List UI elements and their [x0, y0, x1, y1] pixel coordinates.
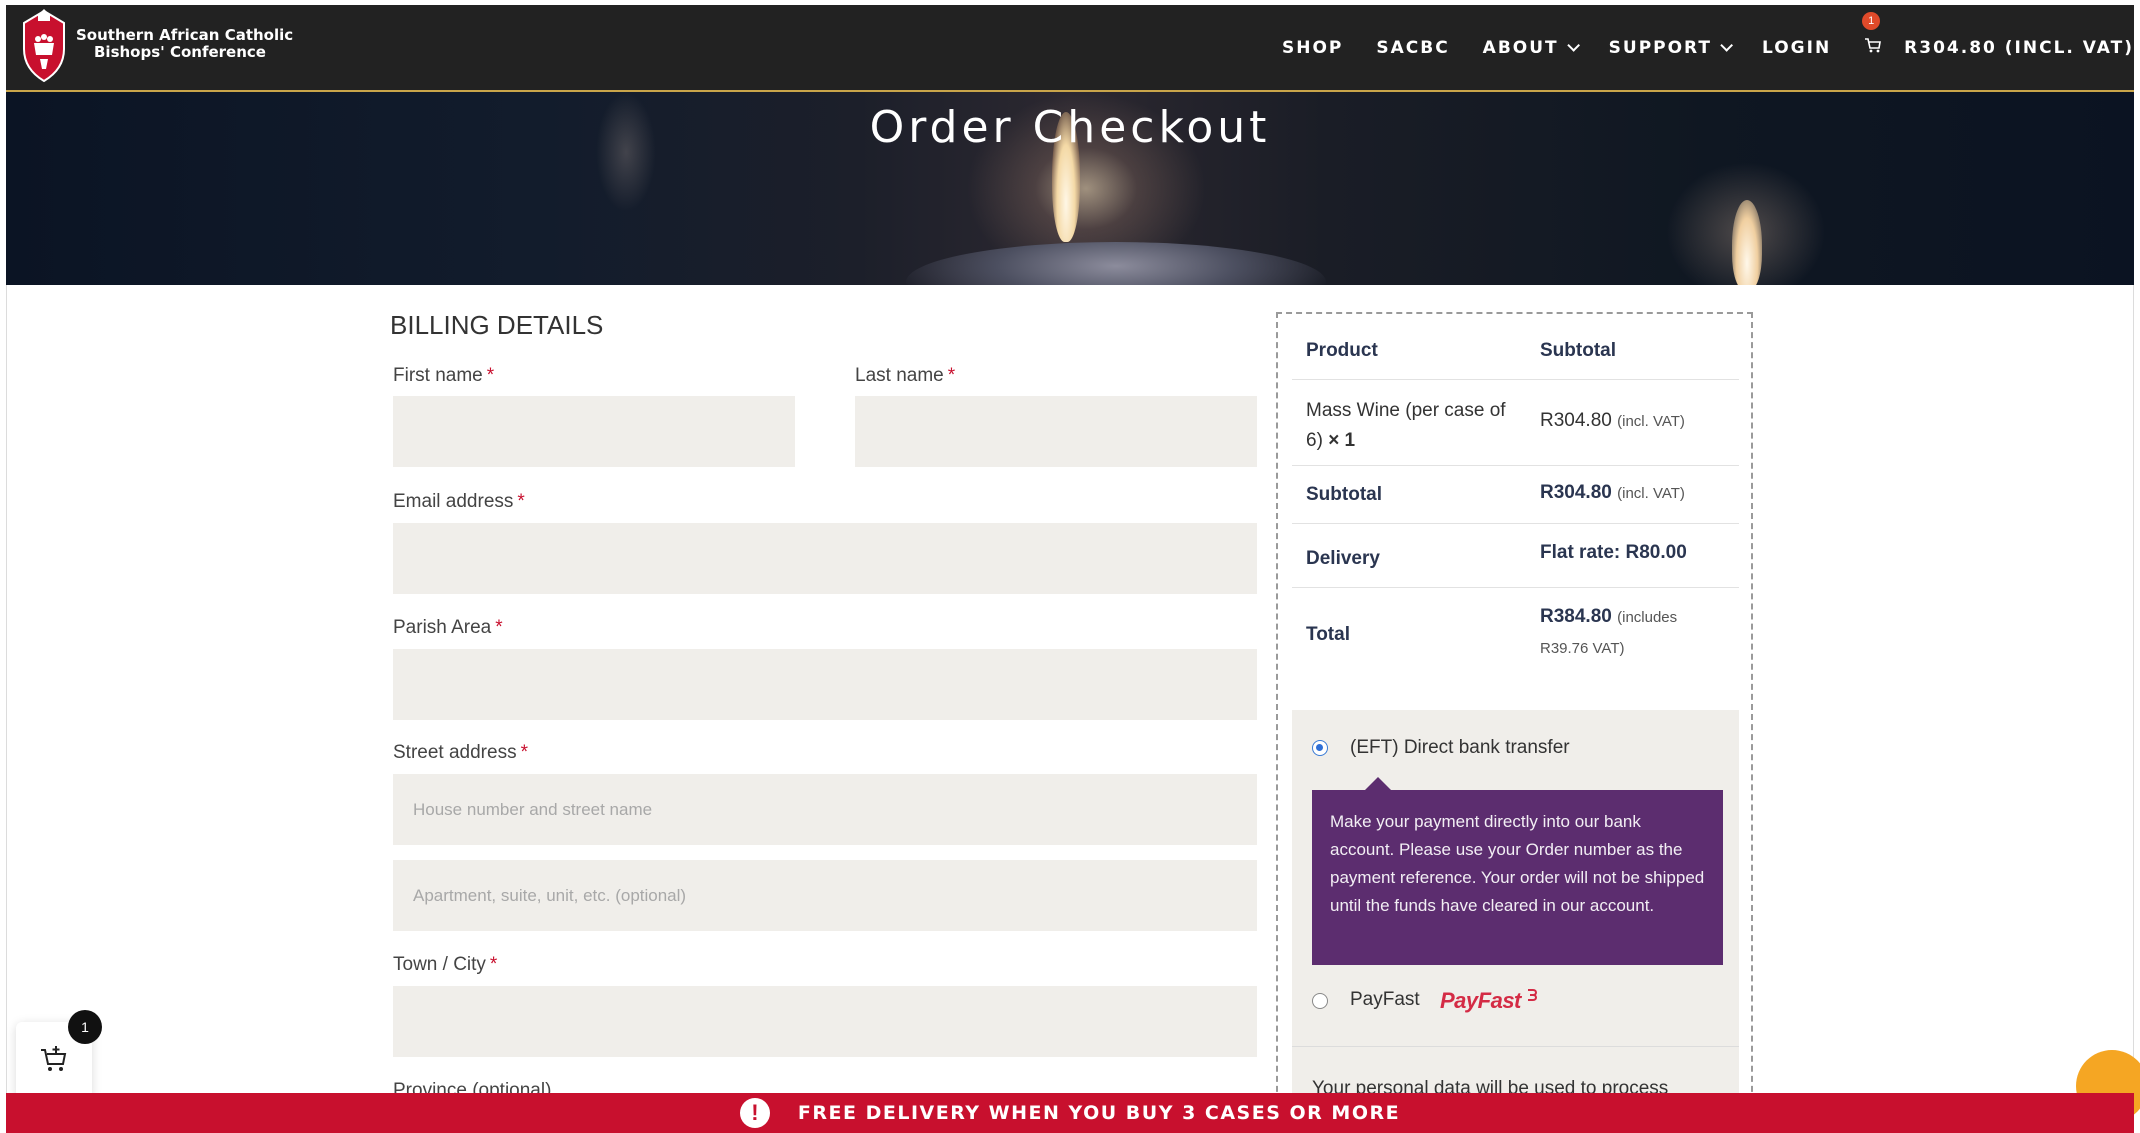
- payment-methods: (EFT) Direct bank transfer Make your pay…: [1292, 710, 1739, 1130]
- floating-cart-count: 1: [68, 1010, 102, 1044]
- alert-icon: !: [739, 1098, 770, 1128]
- payfast-radio[interactable]: [1312, 993, 1328, 1009]
- street-address-field[interactable]: [393, 774, 1257, 845]
- item-price: R304.80: [1540, 410, 1612, 431]
- billing-heading: BILLING DETAILS: [390, 310, 604, 340]
- street-address-label-text: Street address: [393, 742, 517, 763]
- last-name-field[interactable]: [855, 396, 1257, 467]
- required-mark: *: [486, 365, 495, 386]
- item-qty: × 1: [1328, 430, 1356, 451]
- subtotal-row: Subtotal R304.80 (incl. VAT): [1292, 466, 1739, 524]
- email-label-text: Email address: [393, 491, 514, 512]
- order-review: Product Subtotal Mass Wine (per case of …: [1276, 312, 1753, 1130]
- nav-support-label: SUPPORT: [1608, 37, 1712, 58]
- first-name-label-text: First name: [393, 365, 483, 386]
- payfast-logo: PayFast: [1440, 988, 1539, 1014]
- order-item-price: R304.80 (incl. VAT): [1540, 410, 1685, 432]
- subtotal-note: (incl. VAT): [1617, 485, 1685, 502]
- eft-radio[interactable]: [1312, 740, 1328, 756]
- email-field[interactable]: [393, 523, 1257, 594]
- col-subtotal-header: Subtotal: [1540, 340, 1616, 361]
- cart-total[interactable]: R304.80 (INCL. VAT): [1904, 38, 2134, 58]
- order-table-header: Product Subtotal: [1292, 314, 1739, 380]
- required-mark: *: [517, 491, 525, 512]
- first-name-field[interactable]: [393, 396, 795, 467]
- town-city-field[interactable]: [393, 986, 1257, 1057]
- eft-label[interactable]: (EFT) Direct bank transfer: [1350, 737, 1570, 759]
- main-nav: SHOP SACBC ABOUT SUPPORT LOGIN 1 R304.80…: [1249, 5, 2134, 90]
- subtotal-value: R304.80: [1540, 482, 1612, 503]
- total-note-b: R39.76 VAT): [1540, 640, 1625, 657]
- item-price-note: (incl. VAT): [1617, 413, 1685, 430]
- eft-description-arrow: [1364, 777, 1392, 791]
- divider: [1292, 1046, 1739, 1047]
- required-mark: *: [495, 617, 503, 638]
- order-item-row: Mass Wine (per case of 6) × 1 R304.80 (i…: [1292, 380, 1739, 466]
- total-label: Total: [1306, 624, 1350, 645]
- total-note-a: (includes: [1617, 609, 1678, 626]
- street-address-label: Street address *: [393, 742, 528, 764]
- nav-login[interactable]: LOGIN: [1762, 38, 1831, 58]
- chevron-down-icon: [1720, 39, 1733, 52]
- subtotal-value-cell: R304.80 (incl. VAT): [1540, 482, 1685, 504]
- chevron-down-icon: [1566, 39, 1580, 52]
- first-name-label: First name *: [393, 365, 494, 387]
- cart-icon: [1865, 38, 1882, 53]
- promo-text: FREE DELIVERY WHEN YOU BUY 3 CASES OR MO…: [797, 1102, 1401, 1124]
- col-product-header: Product: [1306, 340, 1378, 361]
- nav-support[interactable]: SUPPORT: [1608, 37, 1733, 58]
- parish-area-label: Parish Area *: [393, 617, 503, 639]
- town-city-label: Town / City *: [393, 954, 497, 976]
- payfast-mark-icon: [1527, 989, 1537, 1001]
- shield-logo-icon[interactable]: [16, 9, 72, 85]
- eft-description: Make your payment directly into our bank…: [1312, 790, 1723, 965]
- parish-area-label-text: Parish Area: [393, 617, 492, 638]
- nav-sacbc[interactable]: SACBC: [1376, 38, 1449, 58]
- order-item-name: Mass Wine (per case of 6) × 1: [1306, 396, 1506, 456]
- town-city-label-text: Town / City: [393, 954, 486, 975]
- parish-area-field[interactable]: [393, 649, 1257, 720]
- candle-flame: [1732, 200, 1762, 285]
- nav-shop[interactable]: SHOP: [1282, 38, 1343, 58]
- required-mark: *: [489, 954, 498, 975]
- cart-count-badge: 1: [1862, 12, 1881, 30]
- delivery-row: Delivery Flat rate: R80.00: [1292, 524, 1739, 588]
- hero-banner: Order Checkout: [6, 92, 2134, 285]
- page-title: Order Checkout: [869, 102, 1271, 153]
- last-name-label: Last name *: [855, 365, 955, 387]
- top-navbar: Southern African Catholic Bishops' Confe…: [6, 5, 2134, 92]
- nav-about-label: ABOUT: [1482, 37, 1559, 58]
- floating-cart-button[interactable]: 1: [16, 1010, 102, 1098]
- email-label: Email address *: [393, 491, 525, 513]
- add-to-cart-icon: [41, 1046, 67, 1071]
- required-mark: *: [520, 742, 528, 763]
- last-name-label-text: Last name: [855, 365, 944, 386]
- required-mark: *: [947, 365, 956, 386]
- payfast-logo-text: PayFast: [1440, 988, 1521, 1013]
- total-value-cell: R384.80 (includes R39.76 VAT): [1540, 602, 1677, 664]
- nav-about[interactable]: ABOUT: [1482, 37, 1580, 58]
- apartment-field[interactable]: [393, 860, 1257, 931]
- delivery-label: Delivery: [1306, 548, 1380, 569]
- promo-bar: ! FREE DELIVERY WHEN YOU BUY 3 CASES OR …: [6, 1093, 2134, 1133]
- subtotal-label: Subtotal: [1306, 484, 1382, 505]
- header-cart[interactable]: 1: [1862, 12, 1882, 59]
- total-value: R384.80: [1540, 606, 1612, 627]
- site-name-line2: Bishops' Conference: [94, 43, 266, 61]
- total-row: Total R384.80 (includes R39.76 VAT): [1292, 588, 1739, 678]
- delivery-value: Flat rate: R80.00: [1540, 542, 1687, 563]
- site-name-line1: Southern African Catholic: [76, 26, 294, 44]
- site-name[interactable]: Southern African Catholic Bishops' Confe…: [76, 27, 293, 61]
- payfast-label[interactable]: PayFast: [1350, 989, 1420, 1011]
